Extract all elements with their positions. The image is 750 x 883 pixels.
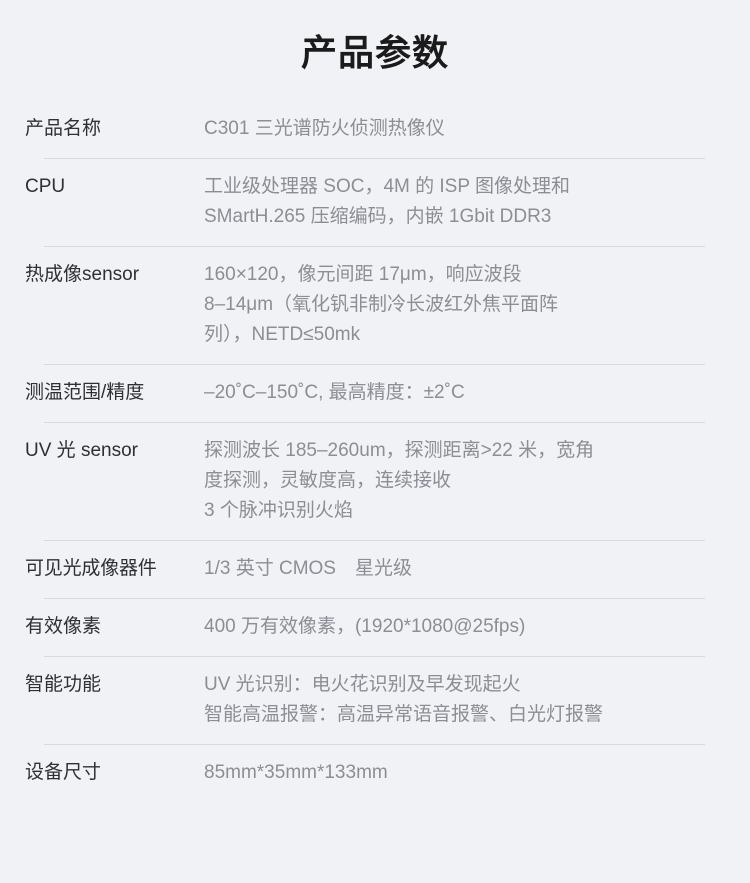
table-row: 可见光成像器件 1/3 英寸 CMOS 星光级 [0,540,750,598]
spec-value-device-dimensions: 85mm*35mm*133mm [204,762,388,783]
table-row: 热成像sensor 160×120，像元间距 17μm，响应波段 8–14μm（… [0,246,750,364]
spec-label-smart-features: 智能功能 [25,674,102,695]
spec-value-effective-pixels: 400 万有效像素，(1920*1080@25fps) [204,616,526,637]
table-row: 有效像素 400 万有效像素，(1920*1080@25fps) [0,598,750,656]
spec-label-cpu: CPU [25,176,66,197]
spec-label-product-name: 产品名称 [25,118,102,139]
table-row: 设备尺寸 85mm*35mm*133mm [0,744,750,802]
table-row: 产品名称 C301 三光谱防火侦测热像仪 [0,100,750,158]
spec-label-effective-pixels: 有效像素 [25,616,102,637]
page-title: 产品参数 [300,32,449,73]
spec-value-thermal-sensor: 160×120，像元间距 17μm，响应波段 8–14μm（氧化钒非制冷长波红外… [204,264,559,345]
table-row: 测温范围/精度 –20˚C–150˚C, 最高精度：±2˚C [0,364,750,422]
spec-value-product-name: C301 三光谱防火侦测热像仪 [204,118,445,139]
spec-value-smart-features: UV 光识别：电火花识别及早发现起火 智能高温报警：高温异常语音报警、白光灯报警 [204,674,604,725]
spec-label-thermal-sensor: 热成像sensor [25,264,140,285]
spec-value-visible-imaging-device: 1/3 英寸 CMOS 星光级 [204,558,412,579]
table-row: UV 光 sensor 探测波长 185–260um，探测距离>22 米，宽角 … [0,422,750,540]
spec-label-device-dimensions: 设备尺寸 [25,762,102,783]
spec-value-temperature-range: –20˚C–150˚C, 最高精度：±2˚C [204,382,465,403]
product-spec-page: 产品参数 产品名称 C301 三光谱防火侦测热像仪 CPU 工业级处理器 SOC… [0,0,750,883]
spec-label-visible-imaging-device: 可见光成像器件 [25,558,157,579]
spec-table: 产品名称 C301 三光谱防火侦测热像仪 CPU 工业级处理器 SOC，4M 的… [0,100,750,802]
spec-value-uv-sensor: 探测波长 185–260um，探测距离>22 米，宽角 度探测，灵敏度高，连续接… [204,440,595,521]
table-row: CPU 工业级处理器 SOC，4M 的 ISP 图像处理和 SMartH.265… [0,158,750,246]
spec-label-uv-sensor: UV 光 sensor [25,440,138,461]
spec-label-temperature-range: 测温范围/精度 [25,382,145,403]
table-row: 智能功能 UV 光识别：电火花识别及早发现起火 智能高温报警：高温异常语音报警、… [0,656,750,744]
spec-value-cpu: 工业级处理器 SOC，4M 的 ISP 图像处理和 SMartH.265 压缩编… [204,176,570,227]
